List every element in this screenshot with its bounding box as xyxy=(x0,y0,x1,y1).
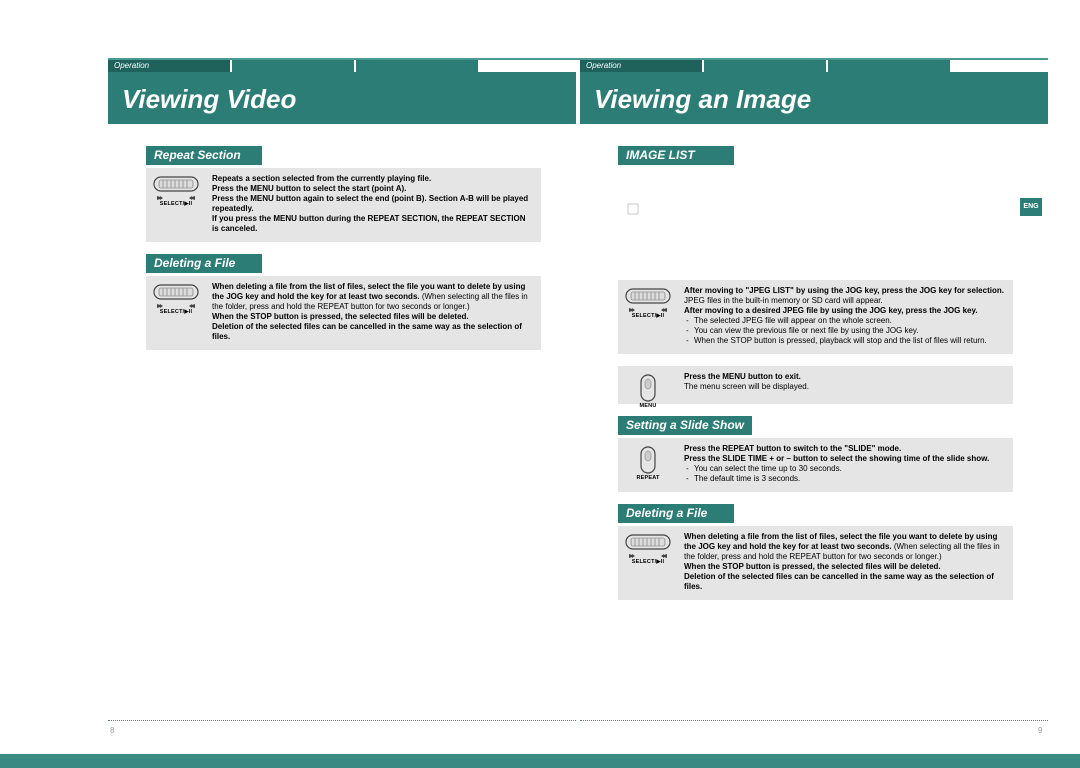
list-item: When the STOP button is pressed, playbac… xyxy=(684,336,1005,346)
body-text: When the STOP button is pressed, the sel… xyxy=(684,562,941,571)
instruction-block: SELECT/▶II When deleting a file from the… xyxy=(146,276,541,350)
left-page: Repeat Section SELECT/▶II Repeats a sect… xyxy=(108,146,576,362)
body-text: After moving to "JPEG LIST" by using the… xyxy=(684,286,1004,295)
jog-key-icon: SELECT/▶II xyxy=(622,288,674,336)
list-item: The default time is 3 seconds. xyxy=(684,474,1005,484)
jog-key-icon: SELECT/▶II xyxy=(150,176,202,224)
title-band-left: Viewing Video xyxy=(108,72,576,124)
menu-button-icon: MENU xyxy=(622,374,674,422)
body-text: When the STOP button is pressed, the sel… xyxy=(212,312,469,321)
body-text: If you press the MENU button during the … xyxy=(212,214,526,233)
body-text: Press the MENU button to exit. xyxy=(684,372,801,381)
instruction-block: SELECT/▶II When deleting a file from the… xyxy=(618,526,1013,600)
icon-label: SELECT/▶II xyxy=(622,559,674,566)
jog-key-icon: SELECT/▶II xyxy=(622,534,674,582)
body-text: Press the SLIDE TIME + or – button to se… xyxy=(684,454,989,463)
instruction-block: SELECT/▶II After moving to "JPEG LIST" b… xyxy=(618,280,1013,354)
icon-label: SELECT/▶II xyxy=(622,313,674,320)
body-text: Deletion of the selected files can be ca… xyxy=(684,572,994,591)
page-number: 8 xyxy=(110,726,114,735)
section-heading: Deleting a File xyxy=(618,504,734,523)
section-heading: Deleting a File xyxy=(146,254,262,273)
icon-label: SELECT/▶II xyxy=(150,201,202,208)
page-title: Viewing Video xyxy=(108,72,576,127)
jog-key-icon: SELECT/▶II xyxy=(150,284,202,332)
list-item: You can select the time up to 30 seconds… xyxy=(684,464,1005,474)
body-text: Press the REPEAT button to switch to the… xyxy=(684,444,901,453)
list-item: The selected JPEG file will appear on th… xyxy=(684,316,1005,326)
body-text: After moving to a desired JPEG file by u… xyxy=(684,306,978,315)
body-text: JPEG files in the built-in memory or SD … xyxy=(684,296,883,305)
page-spread: Operation Operation Viewing Video Viewin… xyxy=(108,48,1048,764)
icon-label: REPEAT xyxy=(622,475,674,482)
section-heading: Repeat Section xyxy=(146,146,262,165)
footer-rule xyxy=(108,720,576,721)
instruction-block: REPEAT Press the REPEAT button to switch… xyxy=(618,438,1013,492)
body-text: The menu screen will be displayed. xyxy=(684,382,809,391)
title-band-right: Viewing an Image xyxy=(580,72,1048,124)
bottom-strip xyxy=(0,754,1080,768)
icon-label: SELECT/▶II xyxy=(150,309,202,316)
repeat-button-icon: REPEAT xyxy=(622,446,674,494)
body-text: Press the MENU button to select the star… xyxy=(212,184,406,193)
page-number: 9 xyxy=(1038,726,1042,735)
body-text: Deletion of the selected files can be ca… xyxy=(212,322,522,341)
tab-bar-left: Operation xyxy=(108,60,576,72)
section-heading: IMAGE LIST xyxy=(618,146,734,165)
device-diagram xyxy=(624,168,798,268)
tab-label: Operation xyxy=(108,61,149,70)
tab-label: Operation xyxy=(580,61,621,70)
page-title: Viewing an Image xyxy=(580,72,1048,127)
list-item: You can view the previous file or next f… xyxy=(684,326,1005,336)
body-text: Press the MENU button again to select th… xyxy=(212,194,528,213)
instruction-block: SELECT/▶II Repeats a section selected fr… xyxy=(146,168,541,242)
tab-bar-right: Operation xyxy=(580,60,1048,72)
body-text: Repeats a section selected from the curr… xyxy=(212,174,431,183)
instruction-block: MENU Press the MENU button to exit. The … xyxy=(618,366,1013,404)
right-page: IMAGE LIST SELECT/▶II xyxy=(580,146,1048,612)
footer-rule xyxy=(580,720,1048,721)
icon-label: MENU xyxy=(622,403,674,410)
